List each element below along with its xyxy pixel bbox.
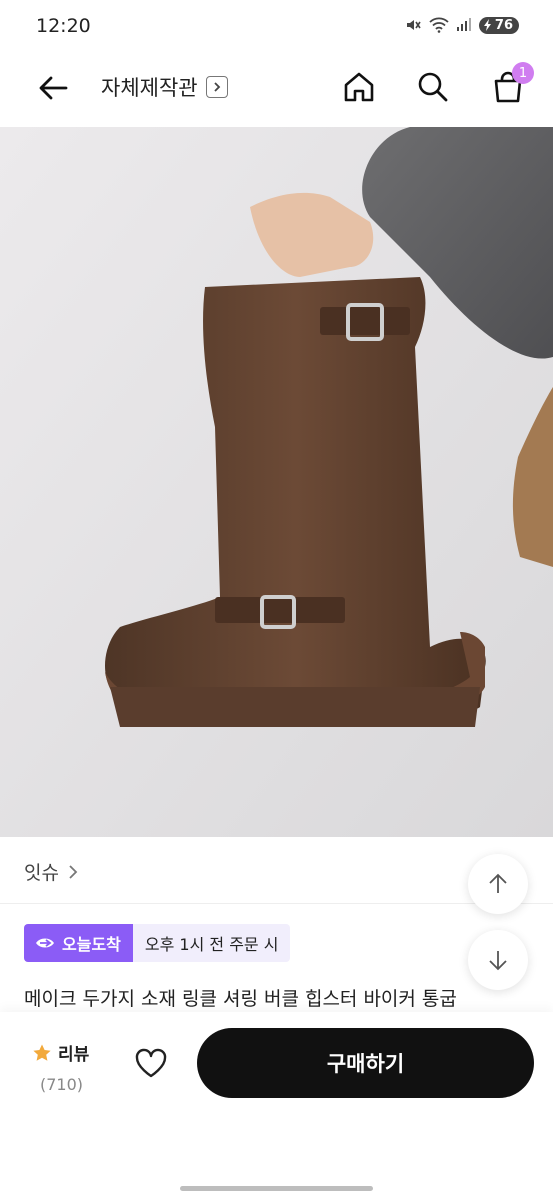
product-title: 메이크 두가지 소재 링클 셔링 버클 힙스터 바이커 통굽 — [24, 988, 457, 1010]
search-button[interactable] — [414, 68, 452, 106]
buy-button[interactable]: 구매하기 — [197, 1028, 534, 1098]
product-image-carousel[interactable] — [0, 127, 553, 837]
bottom-action-bar: 리뷰 (710) 구매하기 — [0, 1012, 553, 1200]
home-button[interactable] — [340, 68, 378, 106]
today-delivery-badge: 오늘도착 — [24, 924, 133, 962]
scroll-up-button[interactable] — [468, 854, 528, 914]
review-summary[interactable]: 리뷰 (710) — [32, 1040, 89, 1094]
status-bar: 12:20 76 — [0, 0, 553, 56]
back-arrow-icon — [39, 76, 68, 100]
status-time: 12:20 — [36, 15, 91, 37]
signal-icon — [456, 18, 471, 31]
battery-level: 76 — [494, 17, 513, 33]
review-count: (710) — [40, 1075, 84, 1094]
back-button[interactable] — [36, 70, 72, 106]
truck-icon — [36, 938, 54, 948]
home-icon — [344, 72, 374, 102]
like-button[interactable] — [132, 1044, 170, 1082]
home-indicator — [180, 1186, 373, 1191]
delivery-info: 오늘도착 오후 1시 전 주문 시 — [24, 924, 291, 962]
wifi-icon — [429, 17, 449, 33]
brand-link[interactable]: 잇슈 — [24, 858, 79, 885]
product-photo — [0, 127, 553, 837]
search-icon — [418, 72, 448, 102]
chevron-right-icon — [69, 864, 78, 879]
cart-count-badge: 1 — [512, 62, 534, 84]
scroll-down-button[interactable] — [468, 930, 528, 990]
cart-button[interactable]: 1 — [488, 62, 534, 108]
today-delivery-label: 오늘도착 — [62, 935, 121, 954]
mute-icon — [406, 20, 421, 30]
page-title: 자체제작관 — [101, 76, 198, 100]
status-icons: 76 — [404, 16, 519, 34]
chevron-right-icon — [205, 76, 228, 98]
review-label: 리뷰 — [58, 1045, 90, 1065]
charging-icon — [483, 19, 491, 31]
arrow-down-icon — [489, 951, 507, 971]
battery-indicator: 76 — [478, 16, 519, 34]
heart-icon — [135, 1048, 167, 1078]
review-label-row: 리뷰 — [32, 1040, 89, 1065]
store-title-link[interactable]: 자체제작관 — [101, 72, 228, 102]
arrow-up-icon — [489, 873, 507, 893]
divider — [0, 903, 553, 904]
star-icon — [33, 1044, 51, 1061]
app-header: 자체제작관 1 — [0, 56, 553, 124]
brand-name: 잇슈 — [24, 862, 59, 884]
delivery-cutoff-note: 오후 1시 전 주문 시 — [132, 924, 291, 962]
